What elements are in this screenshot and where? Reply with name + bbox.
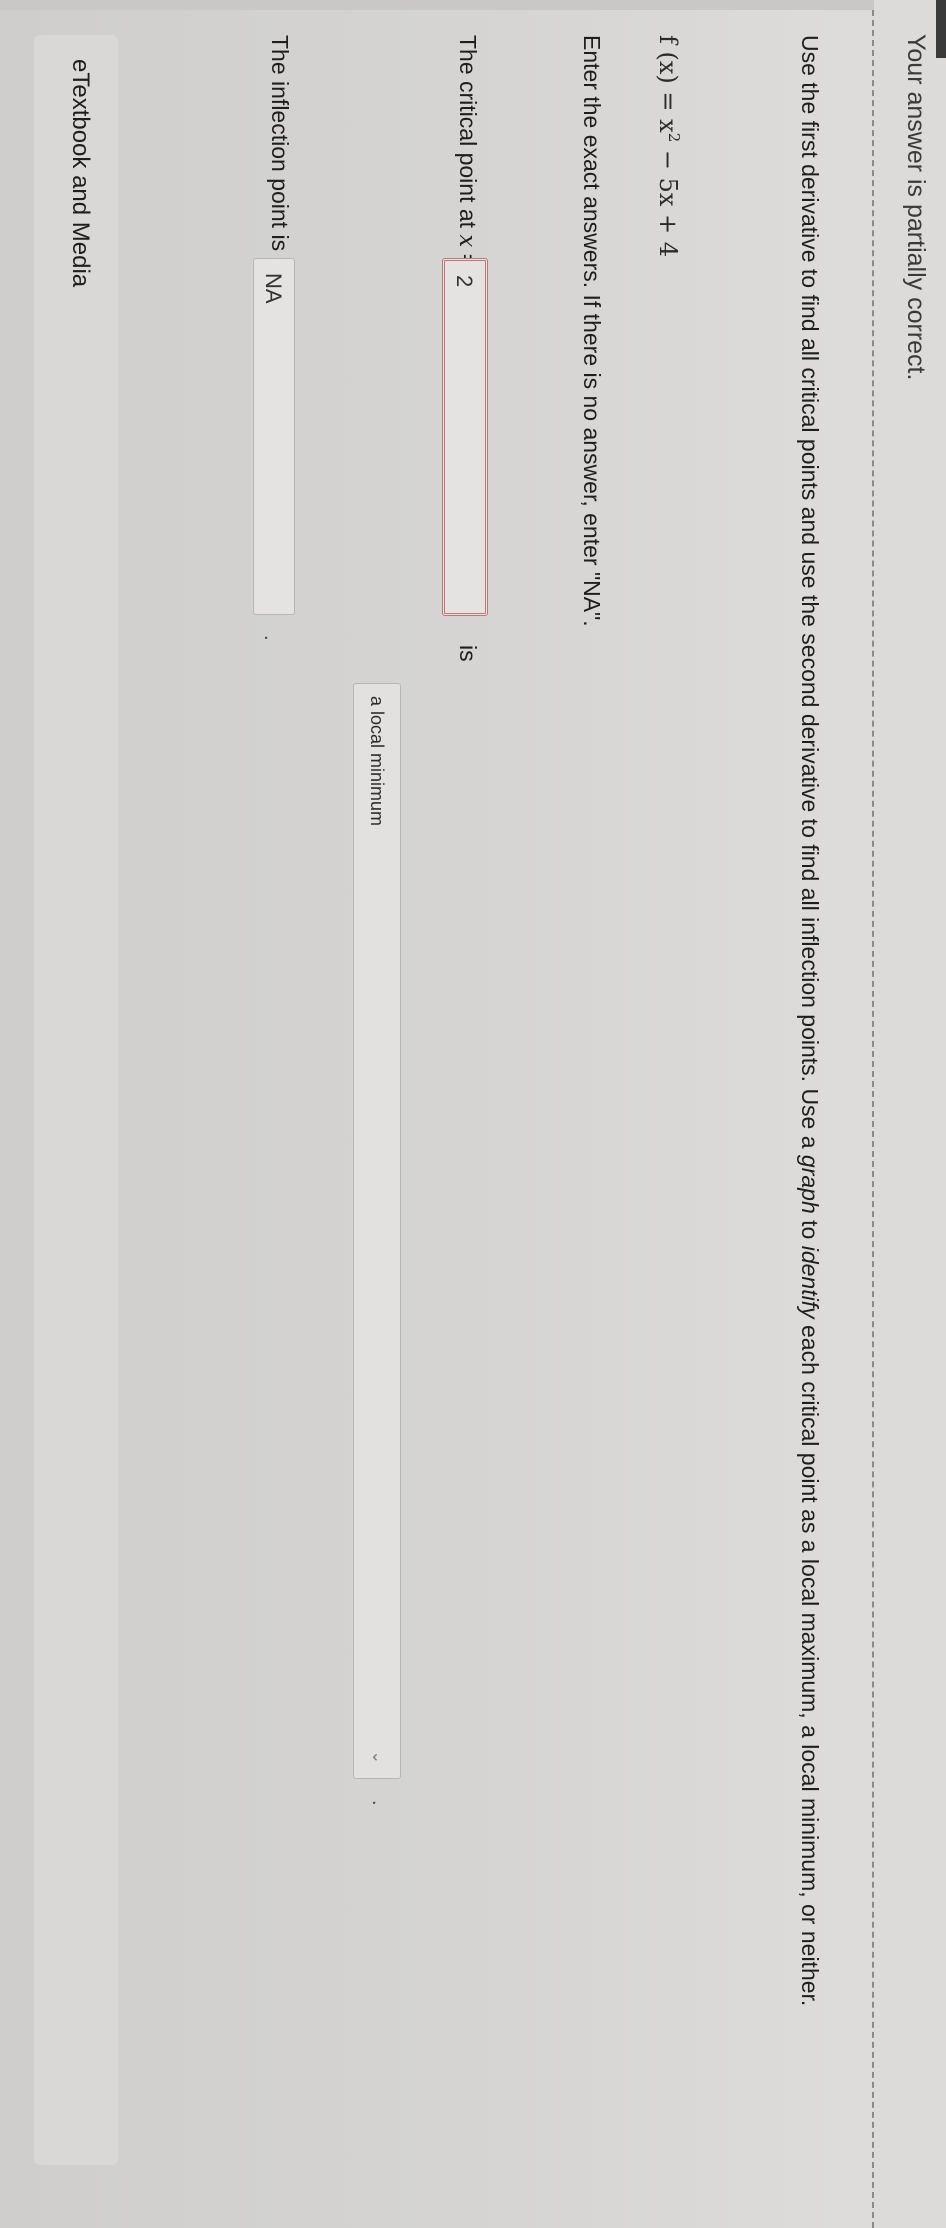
dashed-divider (872, 0, 874, 2228)
function-lhs: f (x) = x (654, 35, 682, 133)
feedback-bar: Your answer is partially correct. (874, 0, 946, 2228)
question-text-italic: identify (797, 1245, 823, 1319)
question-text-part: each critical point as a local maximum, … (797, 1318, 823, 2007)
question-text-part: to (797, 1213, 823, 1246)
question-text-part: Use the first derivative to find all cri… (797, 35, 823, 1155)
function-rhs: − 5x + 4 (654, 142, 682, 258)
instructions: Enter the exact answers. If there is no … (579, 35, 605, 627)
function-exponent: 2 (665, 132, 683, 143)
chevron-down-icon: ⌄ (369, 1750, 386, 1764)
classification-select[interactable]: a local minimum ⌄ (353, 683, 401, 1779)
panel-edge (0, 0, 874, 10)
function-expression: f (x) = x2 − 5x + 4 (654, 35, 683, 257)
etextbook-media-section[interactable]: eTextbook and Media (34, 35, 118, 2165)
is-word: is (455, 645, 481, 662)
period: . (260, 635, 282, 641)
feedback-mark (936, 0, 946, 58)
critical-point-var: x (454, 234, 480, 248)
question-panel: Your answer is partially correct. Use th… (0, 0, 946, 2228)
inflection-point-input[interactable]: NA (253, 258, 295, 615)
critical-point-text: The critical point at (455, 35, 481, 235)
etextbook-media-label: eTextbook and Media (67, 59, 94, 288)
critical-point-input[interactable]: 2 (442, 258, 488, 616)
inflection-point-text: The inflection point is (267, 35, 293, 258)
critical-point-label: The critical point at x = (454, 35, 481, 267)
classification-value: a local minimum (367, 696, 387, 827)
inflection-point-label: The inflection point is x = (266, 35, 293, 290)
period: . (368, 1800, 390, 1806)
question-text: Use the first derivative to find all cri… (792, 35, 828, 2185)
question-text-italic: graph (797, 1154, 823, 1214)
feedback-status: Your answer is partially correct. (902, 34, 930, 381)
